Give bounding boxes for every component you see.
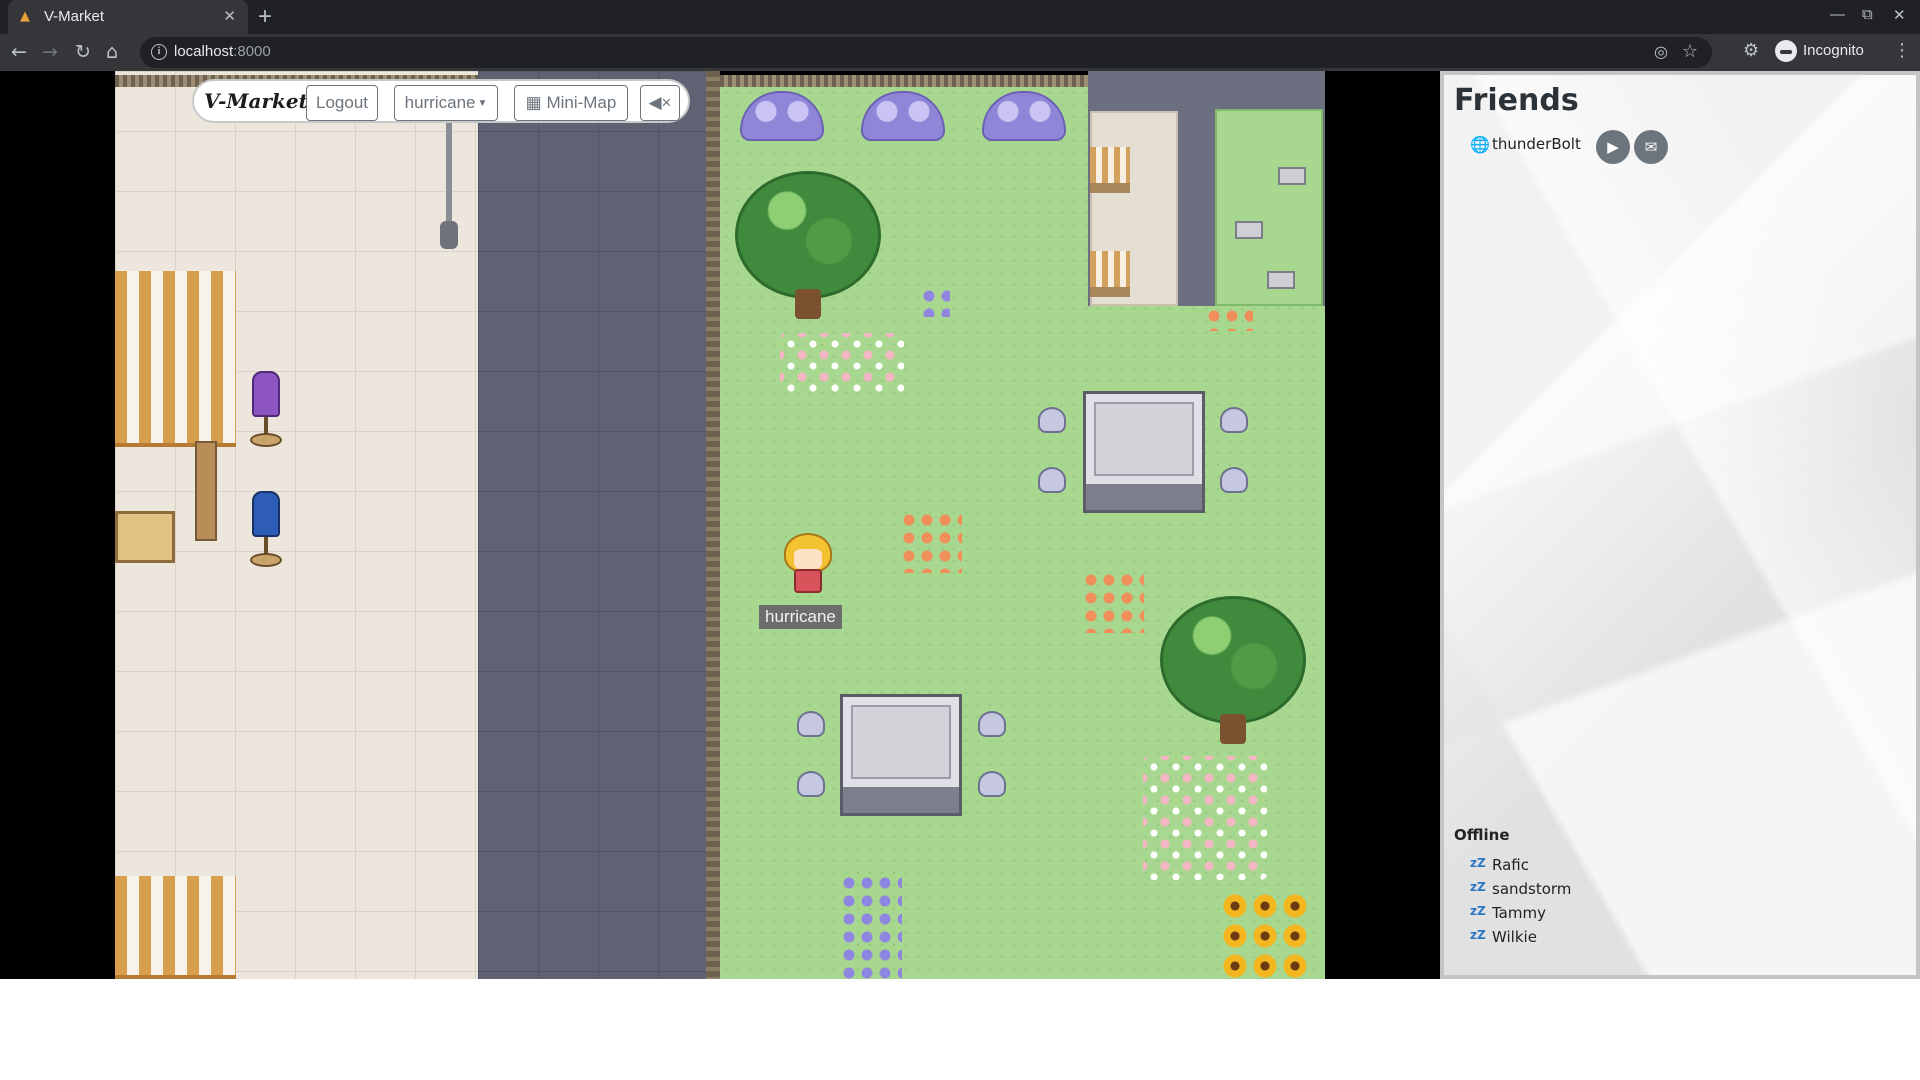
friend-name: Wilkie [1492, 928, 1537, 946]
game-canvas[interactable]: hurricane V-Market Logout hurricane ▼ ▦ M… [0, 71, 1440, 979]
white-flowerbed [780, 333, 904, 395]
user-dropdown-label: hurricane [404, 93, 476, 112]
globe-icon: 🌐 [1470, 135, 1490, 154]
mannequin-blue [248, 491, 284, 569]
sleep-icon: zZ [1470, 928, 1486, 942]
incognito-icon [1775, 40, 1797, 62]
url-port: :8000 [233, 43, 271, 60]
stool [978, 771, 1006, 797]
stool [797, 771, 825, 797]
fence-top-park [720, 75, 1088, 87]
volume-mute-icon: ◀× [648, 93, 672, 112]
video-call-button[interactable]: ▶ [1596, 130, 1630, 164]
stool [1038, 407, 1066, 433]
minimap-button[interactable]: ▦ Mini-Map [514, 85, 628, 121]
minimap-label: Mini-Map [546, 93, 617, 112]
incognito-label: Incognito [1803, 42, 1864, 59]
player-nametag: hurricane [759, 605, 842, 629]
mini-table [1278, 167, 1306, 185]
star-icon[interactable]: ☆ [1682, 41, 1698, 62]
friend-name: Rafic [1492, 856, 1529, 874]
player-avatar[interactable] [782, 533, 834, 595]
mini-stall [1090, 147, 1130, 193]
mini-stall [1090, 251, 1130, 297]
info-icon[interactable]: i [151, 44, 167, 60]
picnic-table [1083, 391, 1205, 513]
eye-off-icon[interactable]: ◎ [1654, 42, 1668, 61]
stall-awning-lower [115, 876, 236, 979]
close-window-icon[interactable]: ✕ [1893, 6, 1906, 24]
orange-flowers [1082, 571, 1144, 633]
close-tab-icon[interactable]: ✕ [223, 7, 236, 25]
favicon-icon: ▲ [20, 9, 30, 24]
mute-button[interactable]: ◀× [640, 85, 680, 121]
caret-down-icon: ▼ [477, 98, 488, 109]
video-call-icon: ▶ [1607, 138, 1619, 156]
tab-strip: ▲ V-Market ✕ + — ⧉ ✕ [0, 0, 1920, 34]
sleep-icon: zZ [1470, 856, 1486, 870]
mini-table [1267, 271, 1295, 289]
reload-icon[interactable]: ↻ [75, 41, 91, 63]
stool [978, 711, 1006, 737]
url-text[interactable]: localhost:8000 [174, 43, 271, 60]
stool [1220, 467, 1248, 493]
stall-counter [115, 511, 175, 563]
white-flowerbed [1143, 756, 1267, 880]
new-tab-button[interactable]: + [258, 3, 272, 31]
road-edge-right [706, 71, 720, 979]
extensions-icon[interactable]: ⚙ [1743, 40, 1759, 61]
friend-name: Tammy [1492, 904, 1546, 922]
game-hud: V-Market Logout hurricane ▼ ▦ Mini-Map ◀× [192, 79, 690, 123]
mini-table [1235, 221, 1263, 239]
stool [797, 711, 825, 737]
friend-name: thunderBolt [1492, 135, 1581, 153]
picnic-table [840, 694, 962, 816]
address-bar[interactable]: i localhost:8000 ◎ ☆ [140, 37, 1712, 68]
forward-icon[interactable]: → [42, 41, 58, 63]
street-lamp [440, 111, 458, 271]
stall-post [195, 441, 217, 541]
orange-flowers [900, 511, 962, 573]
home-icon[interactable]: ⌂ [106, 41, 118, 63]
map-icon: ▦ [525, 93, 542, 112]
tree [1160, 596, 1306, 746]
stall-awning-upper [115, 271, 236, 447]
logout-button[interactable]: Logout [306, 85, 378, 121]
sunflowers [1220, 891, 1310, 979]
orange-flowers [1205, 307, 1253, 331]
page-viewport: hurricane V-Market Logout hurricane ▼ ▦ M… [0, 71, 1920, 1080]
minimize-window-icon[interactable]: — [1830, 6, 1845, 23]
friends-panel: Friends 🌐 thunderBolt ▶ ✉ Offline zZ Raf… [1440, 71, 1920, 979]
url-host: localhost [174, 43, 234, 60]
restore-window-icon[interactable]: ⧉ [1862, 6, 1873, 23]
back-icon[interactable]: ← [11, 41, 27, 63]
blue-flowers [840, 874, 902, 979]
chat-button[interactable]: ✉ [1634, 130, 1668, 164]
user-dropdown[interactable]: hurricane ▼ [394, 85, 498, 121]
stool [1038, 467, 1066, 493]
mannequin-purple [248, 371, 284, 449]
brand-logo: V-Market [204, 89, 308, 113]
offline-title: Offline [1454, 826, 1510, 844]
browser-tab[interactable]: ▲ V-Market ✕ [8, 0, 248, 34]
friend-name: sandstorm [1492, 880, 1572, 898]
sleep-icon: zZ [1470, 880, 1486, 894]
sleep-icon: zZ [1470, 904, 1486, 918]
browser-toolbar: ← → ↻ ⌂ i localhost:8000 ◎ ☆ [0, 34, 1920, 71]
stool [1220, 407, 1248, 433]
tree [735, 171, 881, 321]
blue-flowers [920, 287, 950, 317]
kebab-menu-icon[interactable]: ⋮ [1893, 40, 1911, 61]
chat-icon: ✉ [1644, 138, 1658, 156]
tab-title: V-Market [44, 8, 105, 25]
road [478, 71, 706, 979]
friends-title: Friends [1454, 83, 1579, 118]
